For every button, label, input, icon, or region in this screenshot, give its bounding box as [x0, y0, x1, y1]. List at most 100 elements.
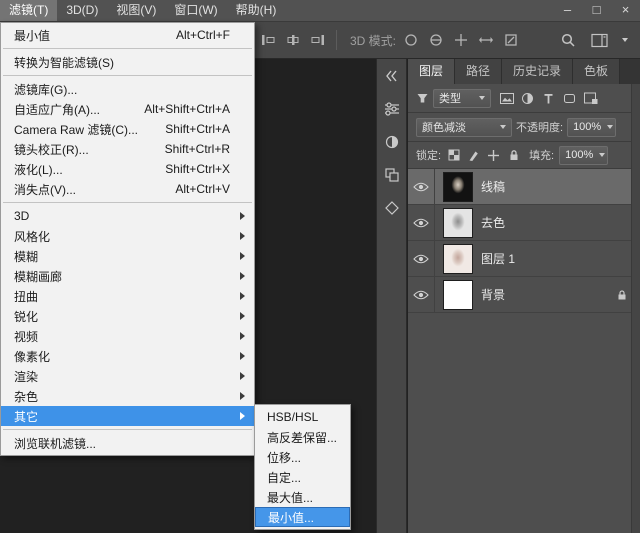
shortcut: Alt+Shift+Ctrl+A	[144, 102, 230, 116]
search-icon[interactable]	[558, 30, 578, 50]
menu-item-filter-gallery[interactable]: 滤镜库(G)...	[1, 79, 254, 99]
3d-orbit-icon[interactable]	[401, 30, 421, 50]
submenu-item-custom[interactable]: 自定...	[255, 467, 350, 487]
workspace-switcher-icon[interactable]	[590, 30, 610, 50]
submenu-item-offset[interactable]: 位移...	[255, 447, 350, 467]
layer-thumbnail[interactable]	[443, 279, 473, 310]
lock-transparent-icon[interactable]	[446, 147, 461, 163]
properties-panel-icon[interactable]	[380, 97, 404, 121]
fill-input[interactable]: 100%	[559, 145, 609, 165]
menu-item-camera-raw[interactable]: Camera Raw 滤镜(C)... Shift+Ctrl+A	[1, 119, 254, 139]
lock-position-icon[interactable]	[486, 147, 501, 163]
visibility-toggle[interactable]	[408, 277, 435, 312]
align-left-icon[interactable]	[258, 30, 278, 50]
close-icon[interactable]: ×	[611, 0, 640, 22]
submenu-item-minimum[interactable]: 最小值...	[255, 507, 350, 527]
layer-name: 背景	[481, 288, 506, 302]
menu-item-adaptive-wide-angle[interactable]: 自适应广角(A)... Alt+Shift+Ctrl+A	[1, 99, 254, 119]
menu-3d[interactable]: 3D(D)	[57, 0, 107, 21]
3d-slide-icon[interactable]	[476, 30, 496, 50]
tab-swatches[interactable]: 色板	[573, 59, 621, 84]
visibility-toggle[interactable]	[408, 241, 435, 276]
menu-item-stylize[interactable]: 风格化	[1, 226, 254, 246]
panel-scrollbar[interactable]	[631, 84, 640, 533]
layer-name: 去色	[481, 216, 506, 230]
tab-paths[interactable]: 路径	[455, 59, 503, 84]
chevron-down-icon	[607, 125, 614, 129]
layer-row-desaturate[interactable]: 去色	[408, 205, 640, 241]
filter-image-icon[interactable]	[497, 89, 516, 107]
menu-separator	[3, 48, 252, 49]
filter-type-layers-icon[interactable]	[539, 89, 558, 107]
menu-item-blur[interactable]: 模糊	[1, 246, 254, 266]
tab-history[interactable]: 历史记录	[502, 59, 574, 84]
menu-item-convert-smart-filters[interactable]: 转换为智能滤镜(S)	[1, 52, 254, 72]
3d-pan-icon[interactable]	[451, 30, 471, 50]
submenu-arrow-icon	[240, 252, 245, 260]
menu-item-browse-filters-online[interactable]: 浏览联机滤镜...	[1, 433, 254, 453]
blend-mode-row: 颜色减淡 不透明度: 100%	[408, 113, 640, 142]
expand-panels-icon[interactable]	[380, 64, 404, 88]
layer-lock-icon	[616, 289, 628, 301]
menu-item-distort[interactable]: 扭曲	[1, 286, 254, 306]
layer-list: 线稿 去色 图层 1 背景	[408, 169, 640, 533]
filter-shape-icon[interactable]	[560, 89, 579, 107]
filter-funnel-icon	[416, 92, 429, 104]
menu-item-blur-gallery[interactable]: 模糊画廊	[1, 266, 254, 286]
lock-buttons	[446, 147, 521, 163]
menu-item-3d[interactable]: 3D	[1, 206, 254, 226]
filter-smart-object-icon[interactable]	[581, 89, 600, 107]
channels-panel-icon[interactable]	[380, 163, 404, 187]
layer-row-background[interactable]: 背景	[408, 277, 640, 313]
layers-panel: 图层 路径 历史记录 色板 类型 颜色减淡 不透明度: 100% 锁定: 填充:…	[408, 59, 640, 533]
layer-row-lineart[interactable]: 线稿	[408, 169, 640, 205]
align-center-icon[interactable]	[283, 30, 303, 50]
shortcut: Alt+Ctrl+F	[175, 28, 230, 42]
submenu-item-maximum[interactable]: 最大值...	[255, 487, 350, 507]
menu-item-sharpen[interactable]: 锐化	[1, 306, 254, 326]
workspace-dropdown-icon[interactable]	[622, 38, 628, 42]
3d-scale-icon[interactable]	[501, 30, 521, 50]
menu-item-liquify[interactable]: 液化(L)... Shift+Ctrl+X	[1, 159, 254, 179]
menu-window[interactable]: 窗口(W)	[165, 0, 226, 21]
submenu-item-high-pass[interactable]: 高反差保留...	[255, 427, 350, 447]
menu-item-noise[interactable]: 杂色	[1, 386, 254, 406]
menu-help[interactable]: 帮助(H)	[227, 0, 286, 21]
visibility-toggle[interactable]	[408, 205, 435, 240]
menu-item-other[interactable]: 其它	[1, 406, 254, 426]
3d-mode-icons	[401, 30, 521, 50]
minimize-icon[interactable]: –	[553, 0, 582, 22]
menu-item-minimum-repeat[interactable]: 最小值 Alt+Ctrl+F	[1, 25, 254, 45]
menu-item-pixelate[interactable]: 像素化	[1, 346, 254, 366]
layer-thumbnail[interactable]	[443, 207, 473, 238]
layer-thumbnail[interactable]	[443, 171, 473, 202]
tab-layers[interactable]: 图层	[408, 59, 456, 84]
filter-menu: 最小值 Alt+Ctrl+F 转换为智能滤镜(S) 滤镜库(G)... 自适应广…	[0, 22, 255, 456]
lock-all-icon[interactable]	[506, 147, 521, 163]
menu-filter[interactable]: 滤镜(T)	[0, 0, 58, 21]
photoshop-window: 滤镜(T) 3D(D) 视图(V) 窗口(W) 帮助(H) – □ × 3D 模…	[0, 0, 640, 533]
layer-row-layer1[interactable]: 图层 1	[408, 241, 640, 277]
menu-item-lens-correction[interactable]: 镜头校正(R)... Shift+Ctrl+R	[1, 139, 254, 159]
align-right-icon[interactable]	[308, 30, 328, 50]
layer-thumbnail[interactable]	[443, 243, 473, 274]
restore-icon[interactable]: □	[582, 0, 611, 22]
menu-item-video[interactable]: 视频	[1, 326, 254, 346]
menu-item-render[interactable]: 渲染	[1, 366, 254, 386]
filter-adjustment-icon[interactable]	[518, 89, 537, 107]
submenu-item-hsb-hsl[interactable]: HSB/HSL	[255, 407, 350, 427]
threed-panel-icon[interactable]	[380, 196, 404, 220]
chevron-down-icon	[479, 96, 485, 100]
adjustments-panel-icon[interactable]	[380, 130, 404, 154]
blend-mode-select[interactable]: 颜色减淡	[416, 117, 512, 137]
visibility-toggle[interactable]	[408, 169, 435, 204]
layer-name: 线稿	[481, 180, 506, 194]
opacity-input[interactable]: 100%	[567, 117, 617, 137]
filter-type-select[interactable]: 类型	[433, 88, 491, 108]
menu-view[interactable]: 视图(V)	[107, 0, 165, 21]
align-icons	[258, 30, 328, 50]
3d-roll-icon[interactable]	[426, 30, 446, 50]
lock-pixels-icon[interactable]	[466, 147, 481, 163]
menu-item-vanishing-point[interactable]: 消失点(V)... Alt+Ctrl+V	[1, 179, 254, 199]
window-controls: – □ ×	[553, 0, 640, 21]
